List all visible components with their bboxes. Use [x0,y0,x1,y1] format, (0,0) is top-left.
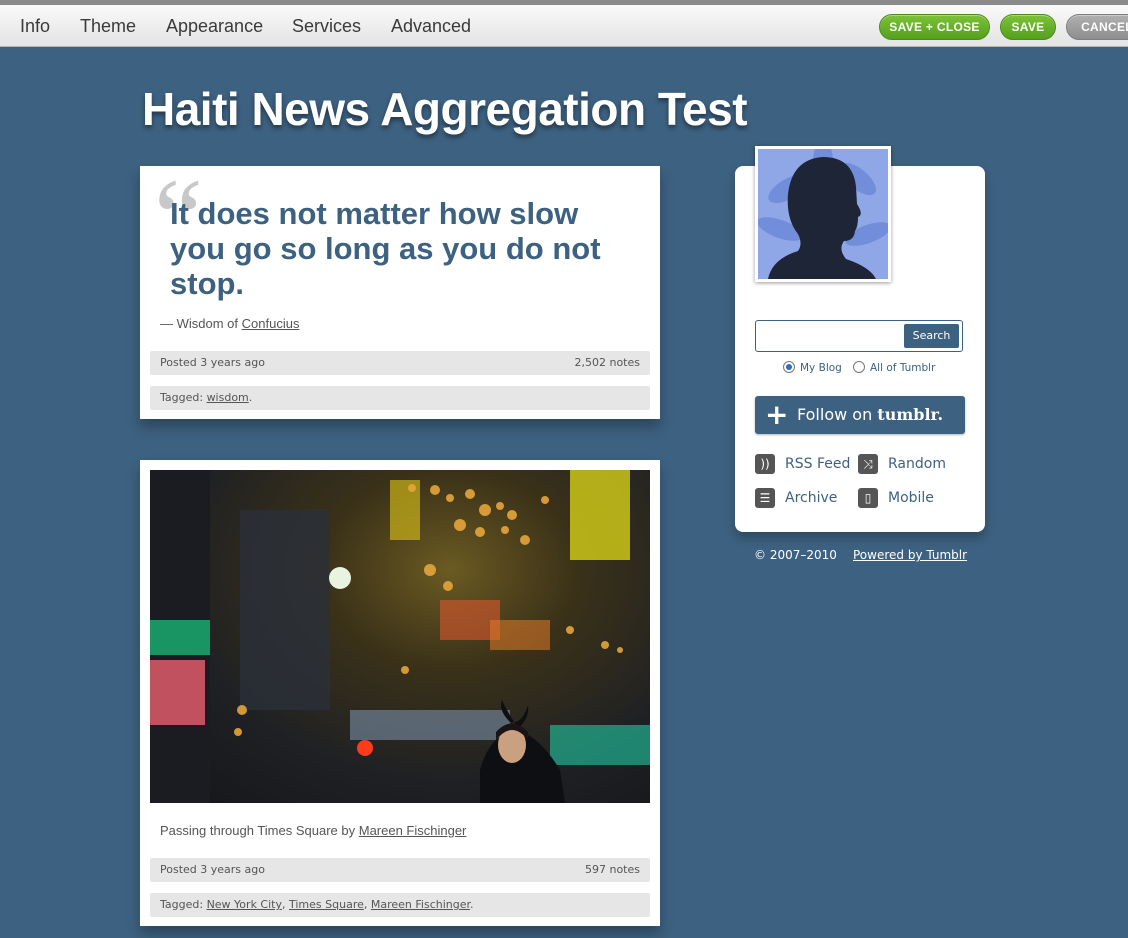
quote-source-prefix: — Wisdom of [160,316,239,331]
footer-powered: Powered by Tumblr [853,548,967,562]
post-notes[interactable]: 597 notes [585,858,640,882]
quote-post: “ It does not matter how slow you go so … [140,162,660,419]
rss-icon: )) [755,454,775,474]
tagged-label: Tagged: [160,391,204,404]
photo-image[interactable] [150,470,650,803]
sidebar-link-archive[interactable]: ☰ Archive [755,488,837,508]
sidebar-link-rss[interactable]: )) RSS Feed [755,454,850,474]
link-label: Archive [785,490,838,506]
tag-link[interactable]: Mareen Fischinger [371,898,470,911]
save-close-button[interactable]: SAVE + CLOSE [879,14,990,40]
mobile-icon: ▯ [858,488,878,508]
radio-all-tumblr[interactable]: All of Tumblr [853,361,935,374]
sidebar-link-mobile[interactable]: ▯ Mobile [858,488,934,508]
caption-prefix: Passing through Times Square by [160,823,356,838]
tab-appearance[interactable]: Appearance [166,16,263,37]
sidebar-link-random[interactable]: ⤨ Random [858,454,946,474]
shuffle-icon: ⤨ [858,454,878,474]
post-notes[interactable]: 2,502 notes [574,351,640,375]
tumblr-wordmark: tumblr. [877,405,944,424]
follow-label: Follow on tumblr. [797,396,943,434]
cancel-button[interactable]: CANCEL [1066,14,1128,40]
post-date[interactable]: Posted 3 years ago [160,356,265,369]
quote-source-link[interactable]: Confucius [242,316,300,331]
quote-source: — Wisdom of Confucius [160,316,299,331]
search-input[interactable] [760,325,904,349]
search-form: Search [755,320,963,352]
save-button[interactable]: SAVE [1000,14,1056,40]
tab-services[interactable]: Services [292,16,361,37]
quote-text: It does not matter how slow you go so lo… [170,196,601,301]
link-label: Random [888,456,946,472]
link-label: RSS Feed [785,456,851,472]
radio-my-blog[interactable]: My Blog [783,361,842,374]
post-tags: Tagged: New York City, Times Square, Mar… [150,893,650,917]
tagged-label: Tagged: [160,898,204,911]
photo-post: Passing through Times Square by Mareen F… [140,460,660,926]
tab-advanced[interactable]: Advanced [391,16,471,37]
powered-by-tumblr-link[interactable]: Powered by Tumblr [853,548,967,562]
tag-link[interactable]: Times Square [289,898,364,911]
avatar-silhouette-icon [758,149,888,279]
tag-link[interactable]: New York City [207,898,282,911]
radio-checked-icon [783,361,795,373]
archive-icon: ☰ [755,488,775,508]
blog-title[interactable]: Haiti News Aggregation Test [142,82,748,136]
search-button[interactable]: Search [904,324,959,348]
customize-toolbar: Info Theme Appearance Services Advanced … [0,5,1128,47]
avatar[interactable] [755,146,891,282]
times-square-bokeh-photo [150,470,650,803]
radio-label: All of Tumblr [870,362,936,374]
post-date[interactable]: Posted 3 years ago [160,863,265,876]
plus-icon: + [765,398,789,431]
post-meta: Posted 3 years ago 2,502 notes [150,351,650,375]
radio-unchecked-icon [853,361,865,373]
tab-info[interactable]: Info [20,16,50,37]
photo-caption: Passing through Times Square by Mareen F… [160,823,466,838]
post-tags: Tagged: wisdom. [150,386,650,410]
footer-copyright: © 2007–2010 [754,548,837,562]
tab-theme[interactable]: Theme [80,16,136,37]
caption-link[interactable]: Mareen Fischinger [359,823,467,838]
link-label: Mobile [888,490,934,506]
radio-label: My Blog [800,362,842,374]
follow-on-tumblr-button[interactable]: + Follow on tumblr. [755,396,965,434]
tag-link[interactable]: wisdom [207,391,249,404]
follow-prefix: Follow on [797,405,873,424]
post-meta: Posted 3 years ago 597 notes [150,858,650,882]
